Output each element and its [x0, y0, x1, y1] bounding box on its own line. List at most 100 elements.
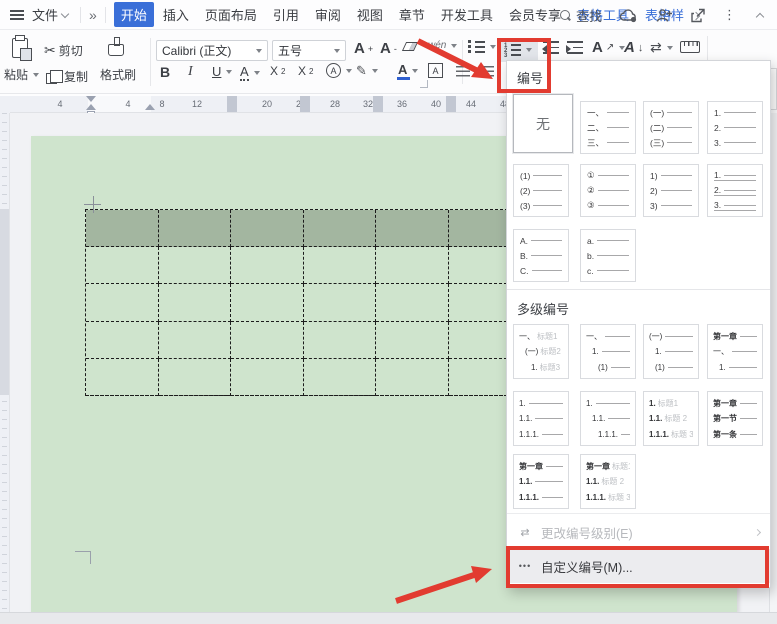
- table-cell[interactable]: [376, 284, 449, 321]
- numbering-option-none[interactable]: 无: [513, 94, 573, 153]
- multilevel-numbering-option[interactable]: 第一章第一节第一条: [707, 391, 763, 446]
- file-menu[interactable]: 文件: [32, 5, 58, 24]
- table-cell[interactable]: [376, 322, 449, 359]
- chevron-down-icon[interactable]: [61, 9, 69, 17]
- table-cell[interactable]: [376, 247, 449, 284]
- vertical-ruler[interactable]: [0, 113, 10, 612]
- multilevel-numbering-option[interactable]: 第一章1.1.1.1.1.: [513, 454, 569, 509]
- tab-插入[interactable]: 插入: [156, 2, 196, 27]
- hanging-indent-marker[interactable]: [86, 104, 96, 110]
- multilevel-numbering-option[interactable]: (一)1.(1): [643, 324, 699, 379]
- subscript-button[interactable]: X2: [298, 64, 313, 78]
- collapse-ribbon-icon[interactable]: [756, 13, 764, 21]
- paste-button[interactable]: 粘贴: [4, 66, 39, 83]
- italic-button[interactable]: I: [188, 64, 193, 80]
- paste-icon[interactable]: [12, 38, 28, 58]
- pinyin-guide-button[interactable]: wén: [428, 40, 457, 51]
- numbering-option[interactable]: 1.2.3.: [707, 101, 763, 154]
- table-cell[interactable]: [159, 284, 232, 321]
- highlight-button[interactable]: ✎: [356, 63, 378, 79]
- grow-font-button[interactable]: A+: [354, 40, 373, 57]
- table-cell[interactable]: [86, 359, 159, 396]
- copy-button[interactable]: 复制: [46, 68, 88, 85]
- table-cell[interactable]: [231, 359, 304, 396]
- multilevel-numbering-option[interactable]: 1.1.1.1.1.1.: [580, 391, 636, 446]
- numbering-option[interactable]: 一、二、三、: [580, 101, 636, 154]
- table-cell[interactable]: [231, 284, 304, 321]
- table-header-cell[interactable]: [376, 210, 449, 247]
- tab-视图[interactable]: 视图: [350, 2, 390, 27]
- tab-页面布局[interactable]: 页面布局: [198, 2, 264, 27]
- enclose-character-button[interactable]: A: [326, 63, 352, 78]
- clear-format-button[interactable]: [404, 42, 416, 51]
- numbering-option[interactable]: ①②③: [580, 164, 636, 217]
- tab-开发工具[interactable]: 开发工具: [434, 2, 500, 27]
- multilevel-numbering-option[interactable]: 第一章标题11.1.标题 21.1.1.标题 3: [580, 454, 636, 509]
- font-size-select[interactable]: 五号: [272, 40, 346, 61]
- tab-章节[interactable]: 章节: [392, 2, 432, 27]
- numbering-option[interactable]: 1)2)3): [643, 164, 699, 217]
- numbered-list-button[interactable]: 123: [500, 38, 538, 62]
- tab-开始[interactable]: 开始: [114, 2, 154, 27]
- numbering-option[interactable]: (1)(2)(3): [513, 164, 569, 217]
- character-border-button[interactable]: A: [428, 63, 443, 78]
- invite-user-icon[interactable]: [656, 8, 673, 23]
- font-color-button[interactable]: A: [398, 62, 418, 80]
- table-cell[interactable]: [304, 359, 377, 396]
- table-cell[interactable]: [231, 322, 304, 359]
- table-cell[interactable]: [231, 247, 304, 284]
- multilevel-numbering-option[interactable]: 一、标题1(一)标题21.标题3: [513, 324, 569, 379]
- align-left-button[interactable]: [456, 66, 470, 77]
- table-header-cell[interactable]: [159, 210, 232, 247]
- multilevel-numbering-option[interactable]: 1.标题11.1.标题 21.1.1.标题 3: [643, 391, 699, 446]
- bold-button[interactable]: B: [160, 64, 170, 80]
- first-line-indent-marker[interactable]: [86, 96, 96, 102]
- table-cell[interactable]: [86, 247, 159, 284]
- sort-button[interactable]: A↓: [624, 39, 643, 56]
- decrease-indent-button[interactable]: [542, 41, 559, 54]
- superscript-button[interactable]: X2: [270, 64, 285, 78]
- numbering-option[interactable]: A.B.C.: [513, 229, 569, 282]
- tab-会员专享[interactable]: 会员专享: [502, 2, 568, 27]
- page-setup-button[interactable]: [680, 41, 700, 53]
- table-header-cell[interactable]: [231, 210, 304, 247]
- table-header-cell[interactable]: [304, 210, 377, 247]
- shrink-font-button[interactable]: A-: [380, 40, 397, 57]
- cloud-sync-icon[interactable]: [619, 8, 639, 23]
- font-name-select[interactable]: Calibri (正文): [156, 40, 268, 61]
- align-center-button[interactable]: [480, 66, 494, 77]
- increase-indent-button[interactable]: [566, 41, 583, 54]
- numbering-option[interactable]: 1.2.3.: [707, 164, 763, 217]
- main-menu-icon[interactable]: [10, 10, 24, 20]
- table-cell[interactable]: [376, 359, 449, 396]
- ribbon-collapse-button[interactable]: »: [89, 7, 97, 23]
- multilevel-numbering-option[interactable]: 一、1.(1): [580, 324, 636, 379]
- right-indent-marker[interactable]: [145, 104, 155, 110]
- table-cell[interactable]: [86, 322, 159, 359]
- table-cell[interactable]: [159, 247, 232, 284]
- multilevel-numbering-option[interactable]: 1.1.1.1.1.1.: [513, 391, 569, 446]
- table-cell[interactable]: [304, 322, 377, 359]
- numbering-option[interactable]: (一)(二)(三): [643, 101, 699, 154]
- share-icon[interactable]: [690, 8, 706, 23]
- more-options-icon[interactable]: ⋮: [723, 7, 736, 23]
- table-header-cell[interactable]: [86, 210, 159, 247]
- format-painter-icon[interactable]: [108, 36, 124, 56]
- table-cell[interactable]: [159, 359, 232, 396]
- find-button[interactable]: 查找: [560, 6, 602, 25]
- table-cell[interactable]: [86, 284, 159, 321]
- underline-button[interactable]: U: [212, 64, 232, 79]
- numbering-option[interactable]: a.b.c.: [580, 229, 636, 282]
- text-effects-button[interactable]: A↗: [592, 39, 625, 56]
- custom-numbering-menuitem[interactable]: ••• 自定义编号(M)...: [507, 549, 770, 583]
- tab-引用[interactable]: 引用: [266, 2, 306, 27]
- cut-button[interactable]: ✂剪切: [44, 42, 83, 59]
- text-direction-button[interactable]: ⇄: [650, 39, 673, 56]
- tab-审阅[interactable]: 审阅: [308, 2, 348, 27]
- format-painter-button[interactable]: 格式刷: [100, 66, 136, 83]
- table-cell[interactable]: [159, 322, 232, 359]
- table-cell[interactable]: [304, 247, 377, 284]
- table-cell[interactable]: [304, 284, 377, 321]
- bullet-list-button[interactable]: [468, 40, 496, 54]
- accent-mark-button[interactable]: A: [240, 64, 260, 81]
